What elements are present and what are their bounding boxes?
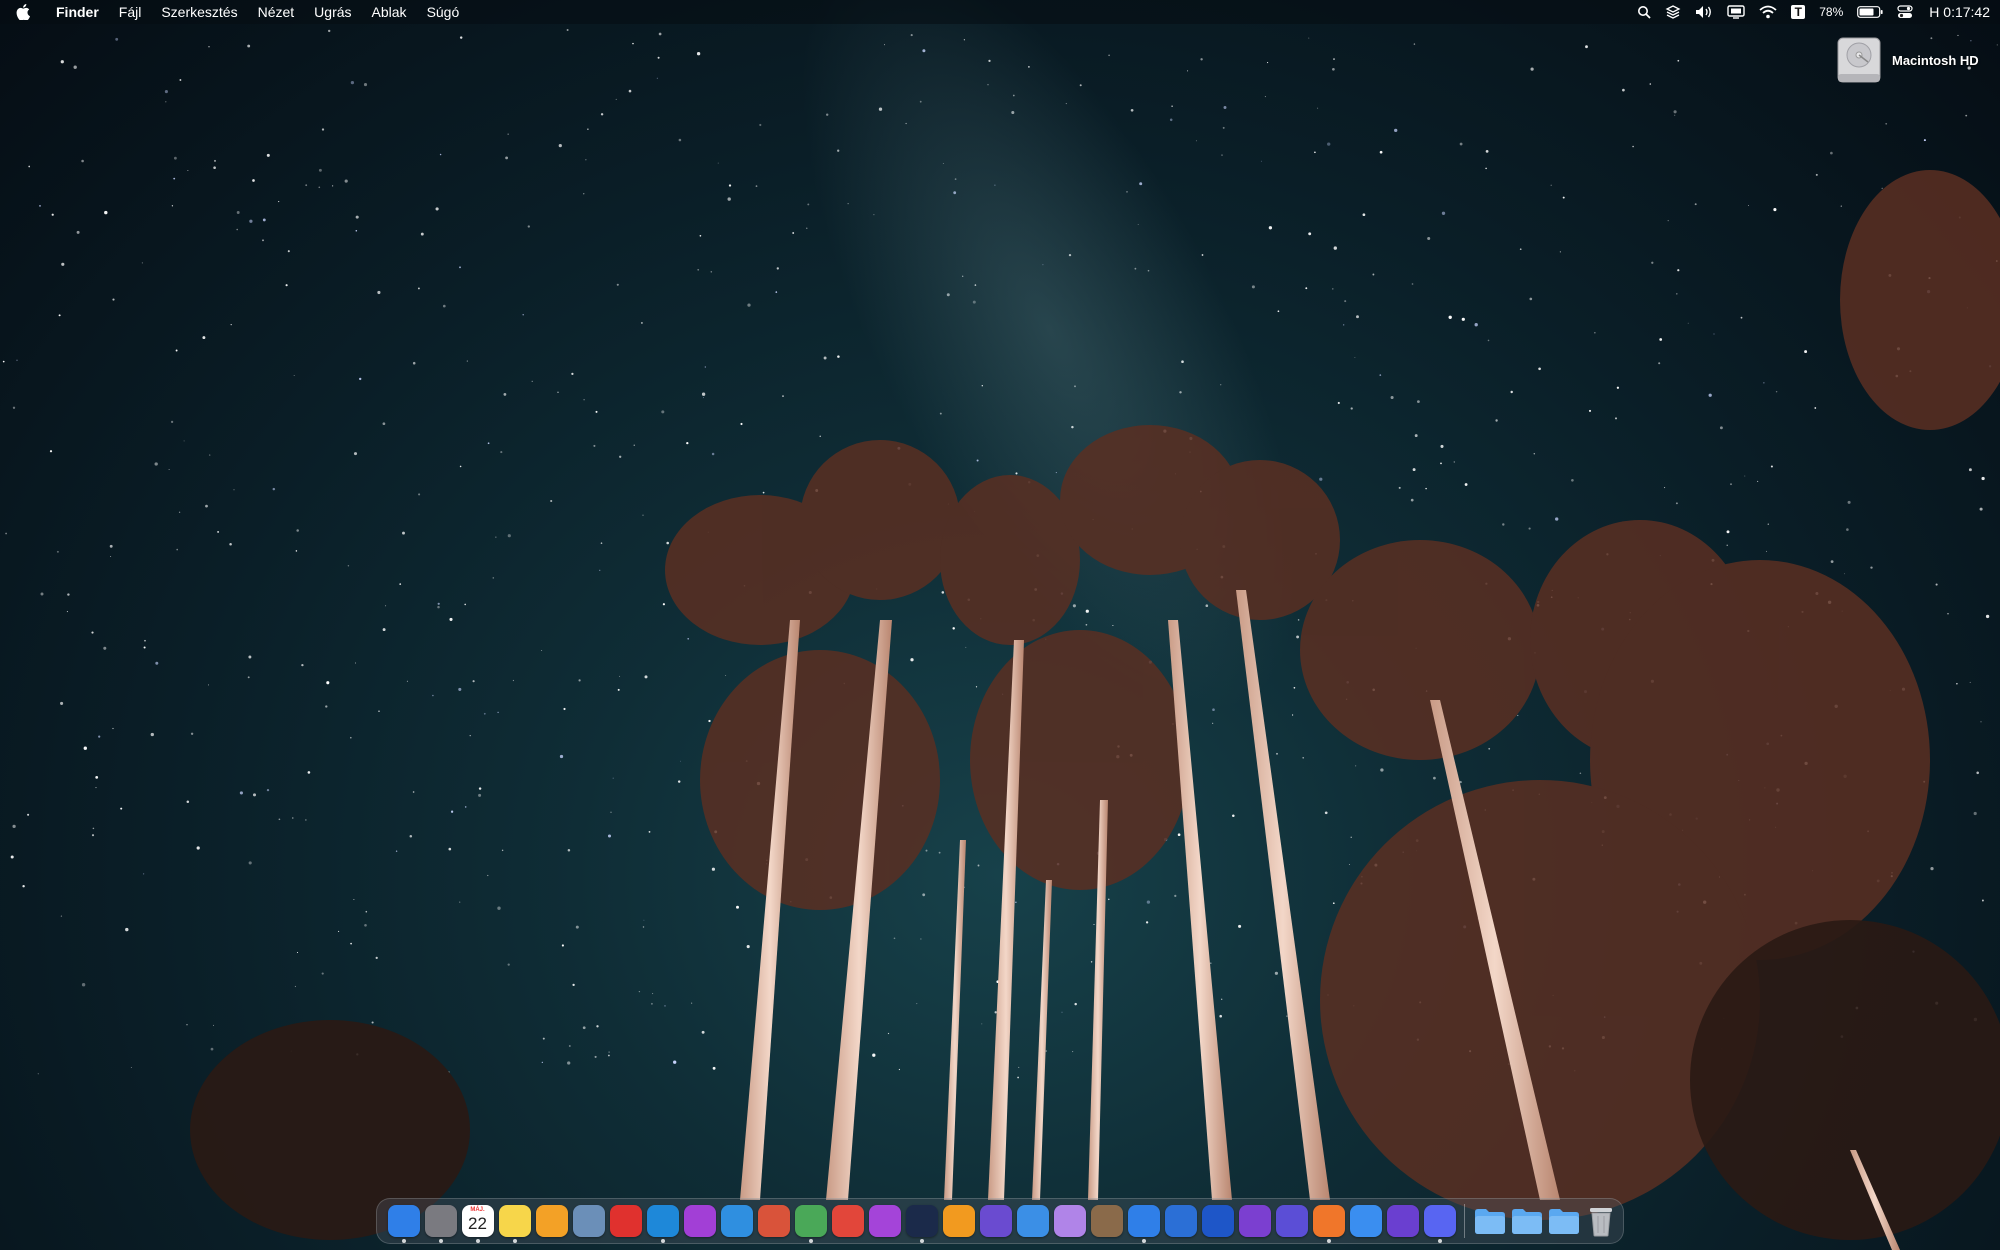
- affinity-photo-icon[interactable]: [683, 1205, 716, 1237]
- disk-label: Macintosh HD: [1892, 52, 1979, 68]
- notebook-icon[interactable]: [1053, 1205, 1086, 1237]
- stocks-wave-icon[interactable]: [1386, 1205, 1419, 1237]
- macintosh-hd-desktop-item[interactable]: Macintosh HD: [1836, 36, 1986, 84]
- menu-file[interactable]: Fájl: [109, 0, 152, 24]
- running-indicator: [475, 1239, 480, 1243]
- mail-icon[interactable]: [1349, 1205, 1382, 1237]
- cloud-app-icon[interactable]: [1016, 1205, 1049, 1237]
- audio-app-icon[interactable]: [905, 1205, 938, 1243]
- running-indicator: [808, 1239, 813, 1243]
- menu-view[interactable]: Nézet: [248, 0, 305, 24]
- calendar-icon[interactable]: MÁJ. 22: [461, 1205, 494, 1243]
- text-t-icon[interactable]: T: [1791, 0, 1806, 24]
- menu-window[interactable]: Ablak: [362, 0, 417, 24]
- finder-icon[interactable]: [387, 1205, 420, 1243]
- menu-clock[interactable]: H 0:17:42: [1929, 4, 1990, 20]
- running-indicator: [660, 1239, 665, 1243]
- affinity-designer-icon[interactable]: [720, 1205, 753, 1237]
- notes-icon[interactable]: [498, 1205, 531, 1243]
- downloader-icon[interactable]: [1127, 1205, 1160, 1243]
- downloads-folder-icon[interactable]: [1548, 1205, 1580, 1237]
- dock-separator: [1464, 1204, 1465, 1238]
- search-icon[interactable]: [1637, 0, 1651, 24]
- xcode-icon[interactable]: [1164, 1205, 1197, 1237]
- calendar-day-label: 22: [468, 1214, 487, 1233]
- malwarebytes-icon[interactable]: [1201, 1205, 1234, 1237]
- running-indicator: [1437, 1239, 1442, 1243]
- photo-booth-icon[interactable]: [757, 1205, 790, 1237]
- dock: MÁJ. 22: [376, 1198, 1624, 1244]
- compass-app-icon[interactable]: [1275, 1205, 1308, 1237]
- podcasts-icon[interactable]: [868, 1205, 901, 1237]
- display-icon[interactable]: [1727, 0, 1745, 24]
- red-app-icon[interactable]: [831, 1205, 864, 1237]
- trash-icon[interactable]: [1585, 1205, 1617, 1237]
- calendar-month-label: MÁJ.: [470, 1207, 485, 1213]
- firefox-icon[interactable]: [1312, 1205, 1345, 1243]
- discord-icon[interactable]: [1423, 1205, 1456, 1243]
- hard-drive-icon[interactable]: [1836, 36, 1882, 84]
- running-indicator: [438, 1239, 443, 1243]
- pages-icon[interactable]: [535, 1205, 568, 1237]
- menu-bar: Finder Fájl Szerkesztés Nézet Ugrás Abla…: [0, 0, 2000, 24]
- battery-percentage: 78%: [1819, 5, 1844, 19]
- preview-icon[interactable]: [572, 1205, 605, 1237]
- volume-icon[interactable]: [1695, 0, 1713, 24]
- flow-icon[interactable]: [609, 1205, 642, 1237]
- running-indicator: [401, 1239, 406, 1243]
- imovie-icon[interactable]: [979, 1205, 1012, 1237]
- menu-edit[interactable]: Szerkesztés: [151, 0, 247, 24]
- battery-icon[interactable]: [1857, 0, 1883, 24]
- running-indicator: [1326, 1239, 1331, 1243]
- menu-app-finder[interactable]: Finder: [46, 0, 109, 24]
- folder-icon[interactable]: [1511, 1205, 1543, 1237]
- tree-app-icon[interactable]: [794, 1205, 827, 1243]
- layers-icon[interactable]: [1665, 0, 1681, 24]
- system-settings-icon[interactable]: [424, 1205, 457, 1243]
- archive-icon[interactable]: [1090, 1205, 1123, 1237]
- vpn-shield-icon[interactable]: [1238, 1205, 1271, 1237]
- wifi-icon[interactable]: [1759, 0, 1777, 24]
- control-center-icon[interactable]: [1897, 0, 1913, 24]
- activity-icon[interactable]: [646, 1205, 679, 1243]
- running-indicator: [1141, 1239, 1146, 1243]
- running-indicator: [512, 1239, 517, 1243]
- smile-app-icon[interactable]: [942, 1205, 975, 1237]
- documents-folder-icon[interactable]: [1474, 1205, 1506, 1237]
- menu-go[interactable]: Ugrás: [304, 0, 361, 24]
- running-indicator: [919, 1239, 924, 1243]
- desktop-wallpaper: [2, 0, 2000, 1250]
- apple-menu-icon[interactable]: [16, 4, 36, 20]
- menu-help[interactable]: Súgó: [417, 0, 470, 24]
